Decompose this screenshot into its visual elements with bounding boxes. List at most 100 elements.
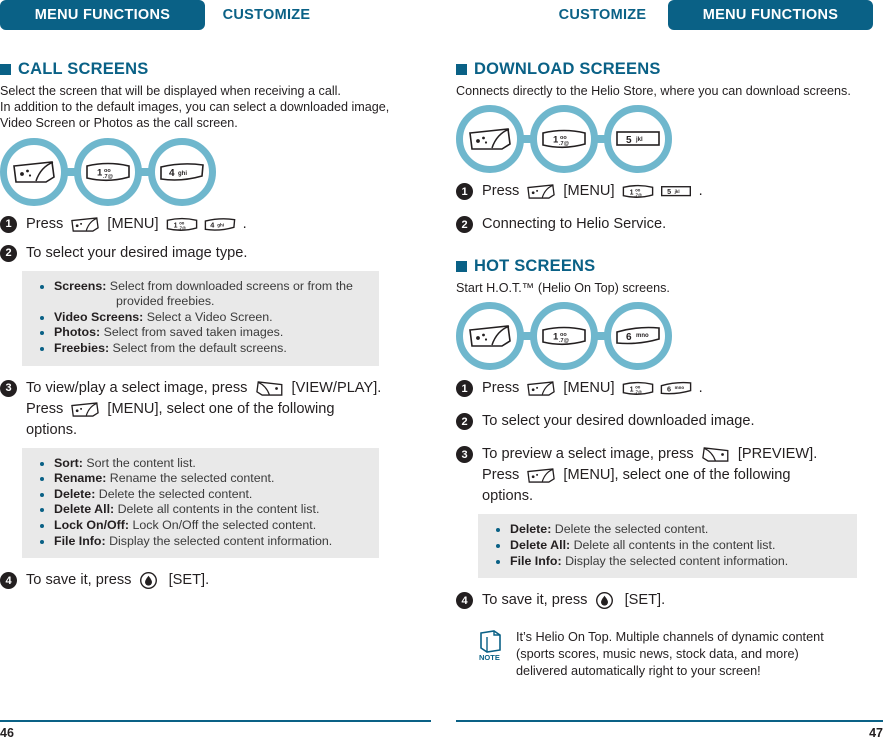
page-right: MENU FUNCTIONS CUSTOMIZE DOWNLOAD SCREEN… bbox=[442, 0, 883, 754]
svg-text:1: 1 bbox=[629, 387, 633, 394]
step-text: To preview a select image, press [PREVIE… bbox=[482, 444, 817, 507]
key-6-mno-icon: 6 mno bbox=[615, 324, 661, 348]
svg-text:.7@: .7@ bbox=[178, 225, 186, 230]
key-flow-diagram: 1 oo .7@ 4 ghi bbox=[0, 137, 431, 206]
step-text-fragment: Press bbox=[482, 183, 524, 200]
section-heading-hot-screens: HOT SCREENS bbox=[456, 257, 883, 276]
step-text-fragment: options. bbox=[26, 421, 78, 438]
key-4-ghi-icon: 4 ghi bbox=[159, 160, 205, 184]
list-item: Delete All: Delete all contents in the c… bbox=[32, 502, 369, 518]
set-key-icon bbox=[139, 571, 158, 590]
step-text-fragment: Press bbox=[482, 380, 524, 397]
option-desc: Display the selected content information… bbox=[561, 553, 789, 568]
menu-softkey-icon bbox=[70, 216, 100, 233]
list-item: File Info: Display the selected content … bbox=[488, 554, 847, 570]
step-text: To view/play a select image, press [VIEW… bbox=[26, 378, 381, 441]
option-desc-cont: provided freebies. bbox=[116, 294, 215, 309]
svg-text:NOTE: NOTE bbox=[479, 653, 500, 661]
step-text-fragment: [MENU] bbox=[559, 380, 619, 397]
step-text-fragment: [VIEW/PLAY]. bbox=[287, 379, 382, 396]
option-desc: Delete the selected content. bbox=[95, 486, 253, 501]
step-text-fragment: [MENU] bbox=[559, 183, 619, 200]
option-label: Delete All: bbox=[54, 502, 115, 517]
key-1-icon: 1 oo .7@ bbox=[541, 127, 587, 151]
step-text-fragment: To save it, press bbox=[26, 572, 136, 589]
svg-text:jkl: jkl bbox=[635, 137, 643, 143]
step-text-fragment: . bbox=[694, 183, 703, 200]
step-text: To select your desired downloaded image. bbox=[482, 411, 755, 432]
section-heading-download-screens: DOWNLOAD SCREENS bbox=[456, 60, 883, 79]
svg-text:1: 1 bbox=[629, 189, 633, 196]
step-row: 4 To save it, press [SET]. bbox=[0, 570, 431, 591]
step-number: 4 bbox=[0, 572, 17, 590]
section-bullet-square-icon bbox=[456, 64, 467, 75]
svg-text:mno: mno bbox=[674, 386, 684, 391]
key-1-icon: 1 oo .7@ bbox=[541, 324, 587, 348]
list-item: Lock On/Off: Lock On/Off the selected co… bbox=[32, 518, 369, 534]
option-label: File Info: bbox=[54, 533, 106, 548]
step-row: 4 To save it, press [SET]. bbox=[456, 590, 883, 611]
menu-softkey-icon bbox=[70, 401, 100, 418]
key-1-icon: 1 oo .7@ bbox=[85, 160, 131, 184]
option-label: File Info: bbox=[510, 553, 562, 568]
tab-customize[interactable]: CUSTOMIZE bbox=[550, 0, 655, 30]
step-text-fragment: Connecting to Helio Service. bbox=[482, 216, 667, 233]
left-body: CALL SCREENS Select the screen that will… bbox=[0, 32, 431, 591]
option-label: Video Screens: bbox=[54, 309, 144, 324]
header-right: MENU FUNCTIONS CUSTOMIZE bbox=[456, 0, 883, 32]
step-text-fragment: To save it, press bbox=[482, 592, 592, 609]
list-item: Freebies: Select from the default screen… bbox=[32, 341, 369, 357]
option-label: Photos: bbox=[54, 325, 101, 340]
step-row: 2 To select your desired downloaded imag… bbox=[456, 411, 883, 432]
section-title: CALL SCREENS bbox=[18, 60, 149, 78]
tab-customize[interactable]: CUSTOMIZE bbox=[214, 0, 319, 30]
tab-menu-functions[interactable]: MENU FUNCTIONS bbox=[668, 0, 873, 30]
section-intro: Select the screen that will be displayed… bbox=[0, 84, 390, 131]
step-text: Press [MENU] 1 oo .7@ bbox=[482, 181, 703, 202]
note-book-icon: NOTE bbox=[478, 629, 504, 666]
step-text-fragment: Press bbox=[26, 215, 68, 232]
option-label: Lock On/Off: bbox=[54, 517, 130, 532]
option-box: Sort: Sort the content list. Rename: Ren… bbox=[22, 447, 379, 559]
step-text-fragment: To select your desired downloaded image. bbox=[482, 413, 755, 430]
step-row: 3 To view/play a select image, press [VI… bbox=[0, 378, 431, 441]
page-left: MENU FUNCTIONS CUSTOMIZE CALL SCREENS Se… bbox=[0, 0, 441, 754]
step-text-fragment: Press bbox=[26, 400, 68, 417]
step-text-fragment: [SET]. bbox=[616, 592, 666, 609]
step-text-fragment: [MENU], select one of the following bbox=[103, 400, 335, 417]
key-flow-diagram: 1 oo .7@ 5 jkl bbox=[456, 105, 883, 174]
step-number: 3 bbox=[0, 379, 17, 397]
footer-divider bbox=[456, 720, 883, 722]
option-desc: Select a Video Screen. bbox=[143, 309, 273, 324]
svg-text:.7@: .7@ bbox=[559, 338, 570, 344]
viewplay-softkey-icon bbox=[255, 380, 285, 397]
option-desc: Delete all contents in the content list. bbox=[570, 538, 776, 552]
step-row: 2 To select your desired image type. bbox=[0, 243, 431, 264]
step-row: 1 Press [MENU] 1 oo bbox=[456, 181, 883, 202]
list-item: Rename: Rename the selected content. bbox=[32, 471, 369, 487]
svg-text:ghi: ghi bbox=[217, 222, 224, 227]
preview-softkey-icon bbox=[701, 446, 731, 463]
svg-text:jkl: jkl bbox=[673, 189, 679, 194]
footer-divider bbox=[0, 720, 431, 722]
svg-text:ghi: ghi bbox=[178, 171, 187, 177]
list-item: File Info: Display the selected content … bbox=[32, 534, 369, 550]
step-text-fragment: [MENU] bbox=[103, 215, 163, 232]
list-item: Screens: Select from downloaded screens … bbox=[32, 279, 369, 310]
tab-menu-functions[interactable]: MENU FUNCTIONS bbox=[0, 0, 205, 30]
svg-text:.7@: .7@ bbox=[559, 141, 570, 147]
option-label: Sort: bbox=[54, 455, 83, 470]
page-number: 46 bbox=[0, 726, 14, 740]
step-text-fragment: To view/play a select image, press bbox=[26, 379, 252, 396]
option-label: Delete All: bbox=[510, 538, 571, 552]
menu-softkey-icon bbox=[526, 380, 556, 397]
section-heading-call-screens: CALL SCREENS bbox=[0, 60, 431, 79]
section-intro: Start H.O.T.™ (Helio On Top) screens. bbox=[456, 281, 670, 296]
option-label: Screens: bbox=[54, 278, 107, 293]
key-5-jkl-icon: 5 jkl bbox=[660, 184, 692, 199]
step-text-fragment: [MENU], select one of the following bbox=[559, 467, 791, 484]
ring-key-1: 1 oo .7@ bbox=[74, 137, 142, 206]
step-text-fragment: [SET]. bbox=[160, 572, 210, 589]
list-item: Delete All: Delete all contents in the c… bbox=[488, 538, 847, 554]
step-text: Press [MENU] 1 oo .7@ bbox=[26, 214, 247, 235]
